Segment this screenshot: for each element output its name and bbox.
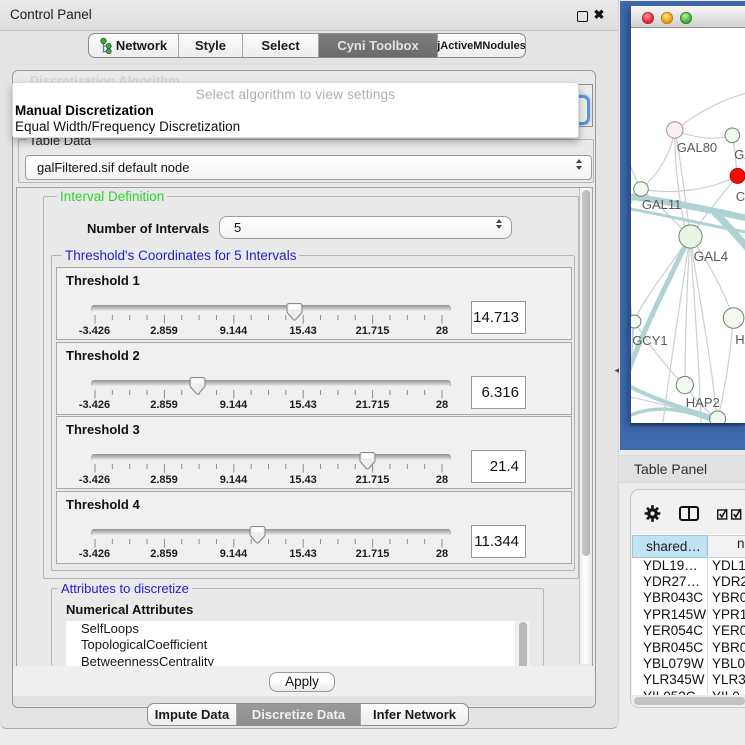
- svg-text:GAL7: GAL7: [734, 147, 745, 162]
- svg-text:HAP2: HAP2: [686, 395, 720, 410]
- svg-text:GAL80: GAL80: [677, 140, 717, 155]
- svg-text:HAP: HAP: [735, 332, 745, 347]
- svg-text:GCY1: GCY1: [632, 333, 667, 348]
- svg-text:GAL11: GAL11: [642, 197, 682, 212]
- svg-text:GAL4: GAL4: [694, 249, 729, 264]
- svg-text:CDC1: CDC1: [736, 189, 745, 204]
